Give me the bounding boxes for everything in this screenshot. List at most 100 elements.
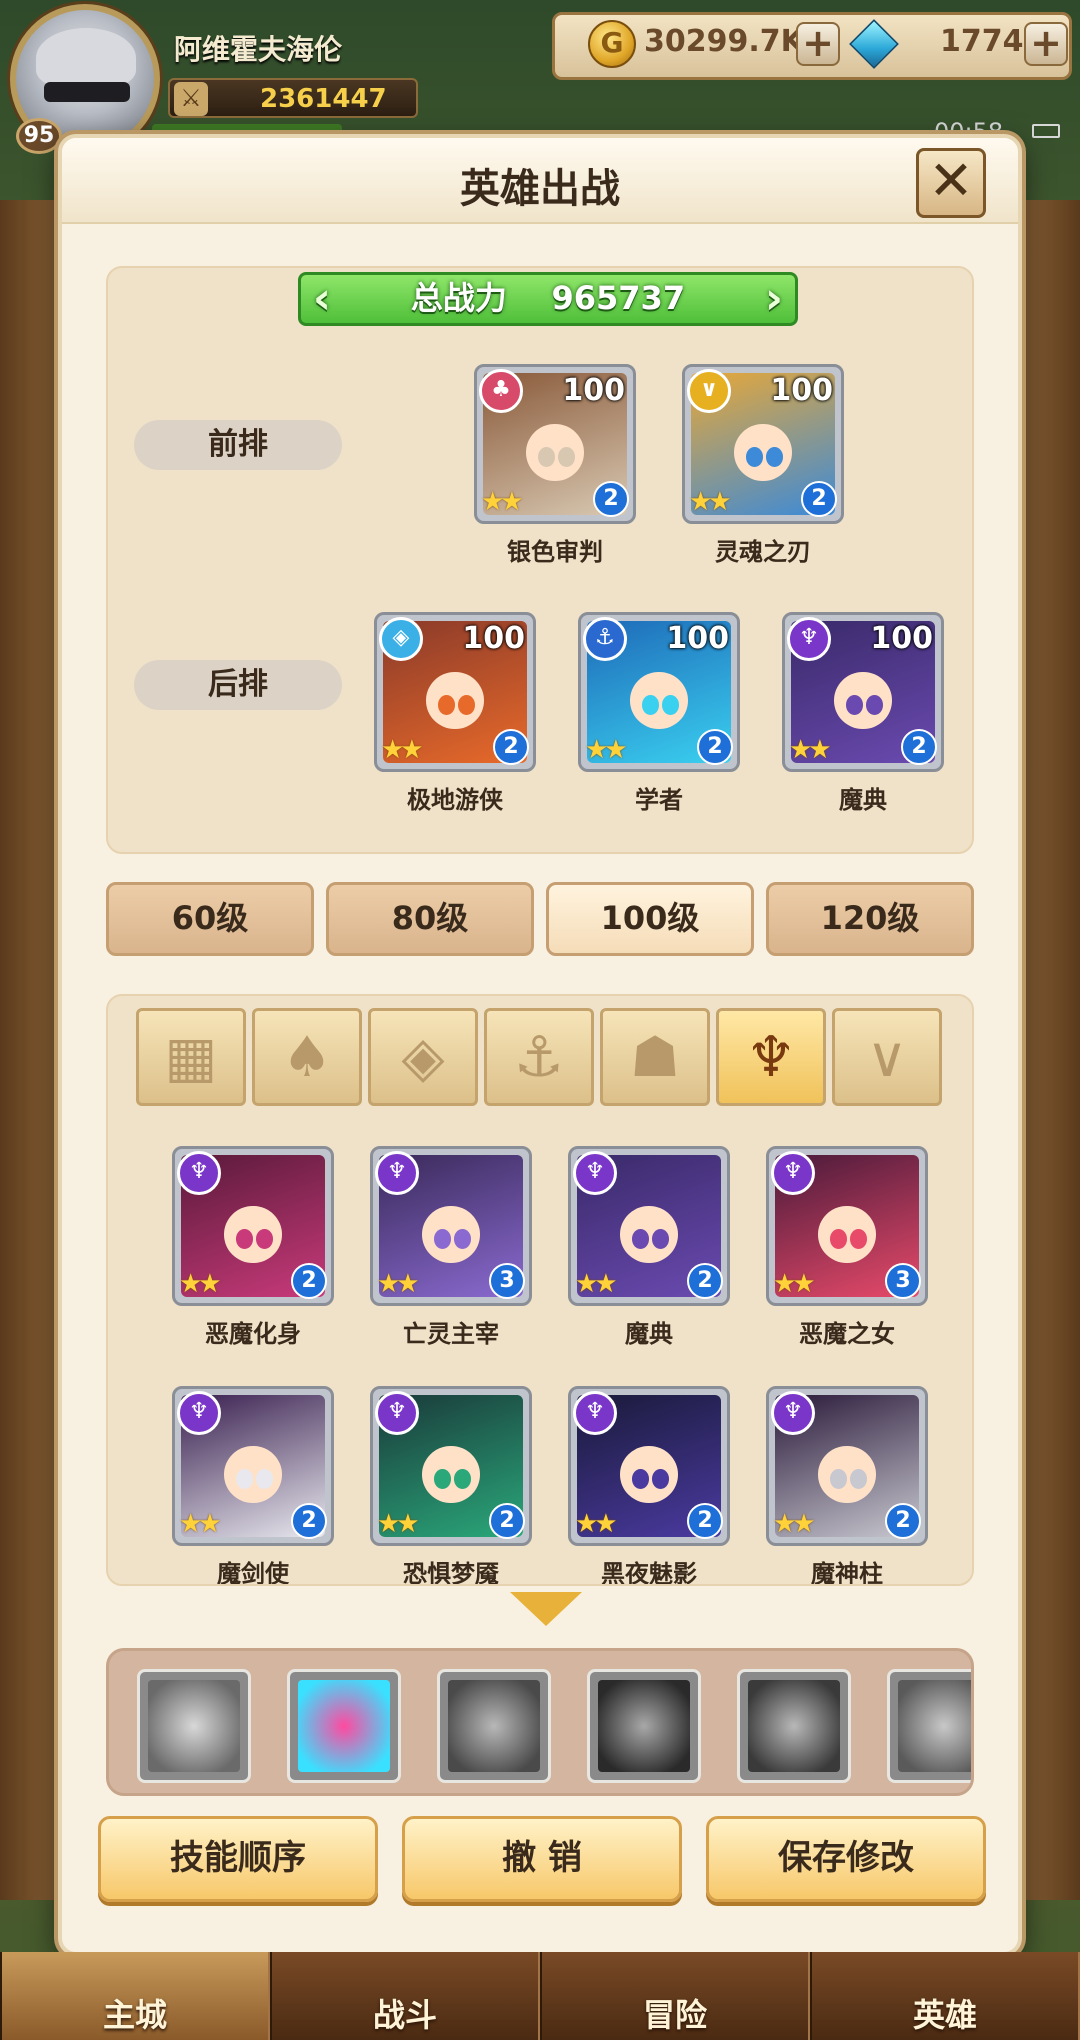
top-bar: 95 阿维霍夫海伦 ⚔ 2361447 G 30299.7K + 1774 + … [0,0,1080,154]
hero-card[interactable]: ∨ 100 ★★ 2 灵魂之刃 [682,364,844,567]
demon-faction-icon: ♆ [745,1024,797,1090]
hero-eye [865,694,884,715]
hero-eye [631,1228,649,1249]
hero-eye [641,694,659,715]
wood-frame-left [0,200,60,1900]
roster-hero-card[interactable]: ♆ ★★ 2 黑夜魅影 [568,1386,730,1586]
player-level-badge: 95 [16,118,62,154]
hero-eye [255,1228,274,1249]
faction-filter-button[interactable]: ♠ [252,1008,362,1106]
hero-card[interactable]: ♆ 100 ★★ 2 魔典 [782,612,944,815]
faction-filter-button[interactable]: ☗ [600,1008,710,1106]
hero-stars: ★★ [377,1269,420,1299]
close-button[interactable]: ✕ [916,148,986,218]
roster-hero-card[interactable]: ♆ ★★ 2 魔剑使 [172,1386,334,1584]
total-power-value: 965737 [551,279,686,317]
anchor-faction-icon: ⚓ [513,1024,565,1090]
save-changes-button[interactable]: 保存修改 [706,1816,986,1902]
level-tab[interactable]: 120级 [766,882,974,956]
skill-art [298,1680,390,1772]
faction-filter-button[interactable]: ∨ [832,1008,942,1106]
nav-tab[interactable]: 战斗 [270,1952,540,2040]
hero-card[interactable]: ⚓ 100 ★★ 2 学者 [578,612,740,815]
hero-name: 银色审判 [507,538,603,566]
faction-filter-button[interactable]: ♆ [716,1008,826,1106]
roster-hero-card[interactable]: ♆ ★★ 2 恐惧梦魇 [370,1386,532,1584]
close-icon: ✕ [928,149,974,212]
anchor-icon: ⚓ [583,617,627,661]
demon-icon: ♆ [375,1151,419,1195]
total-power-label: 总战力 [410,279,507,317]
diamond-icon: ◈ [379,617,423,661]
hero-name: 魔神柱 [811,1560,883,1586]
roster-hero-card[interactable]: ♆ ★★ 3 亡灵主宰 [370,1146,532,1349]
undo-button[interactable]: 撤 销 [402,1816,682,1902]
hero-name: 黑夜魅影 [601,1560,697,1586]
player-power-value: 2361447 [260,84,387,114]
hero-card[interactable]: ♣ 100 ★★ 2 银色审判 [474,364,636,567]
hero-name: 学者 [635,786,683,814]
roster-hero-card[interactable]: ♆ ★★ 2 恶魔化身 [172,1146,334,1349]
demon-icon: ♆ [573,1391,617,1435]
demon-icon: ♆ [771,1151,815,1195]
claw-skill-icon[interactable] [887,1669,971,1783]
burst-skill-icon[interactable] [287,1669,401,1783]
hero-level: 100 [870,621,933,656]
leaf-faction-icon: ♠ [281,1024,333,1090]
roster-hero-card[interactable]: ♆ ★★ 2 魔典 [568,1146,730,1349]
chevron-right-icon[interactable]: › [759,277,789,321]
hero-eye [235,1468,253,1489]
shield-skill-icon[interactable] [437,1669,551,1783]
hero-eye [255,1468,274,1489]
hero-eye [651,1228,670,1249]
player-xp-bar [152,124,342,134]
nav-tab[interactable]: 冒险 [540,1952,810,2040]
hero-portrait-frame: ♆ ★★ 3 [766,1146,928,1306]
hero-rank-badge: 3 [489,1263,525,1299]
nav-tab[interactable]: 主城 [0,1952,270,2040]
chevron-left-icon[interactable]: ‹ [307,277,337,321]
scroll-down-arrow-icon[interactable] [510,1592,582,1626]
add-gold-button[interactable]: + [796,22,840,66]
hero-eye [829,1228,847,1249]
wing-skill-icon[interactable] [137,1669,251,1783]
faction-filter-bar: ▦ ♠ ◈ ⚓ ☗ ♆ ∨ [136,1008,942,1106]
formation-panel: ‹ 总战力 965737 › 前排 后排 ♣ 100 ★★ 2 银色审判 ∨ 100 ★★ 2 灵… [106,266,974,854]
hero-stars: ★★ [585,735,628,765]
hero-level: 100 [462,621,525,656]
diamond-faction-icon: ◈ [401,1024,445,1090]
hero-portrait-frame: ◈ 100 ★★ 2 [374,612,536,772]
hero-eye [557,446,576,467]
hero-name: 恶魔化身 [205,1320,301,1348]
hero-stars: ★★ [689,487,732,517]
shield-skill-icon[interactable] [737,1669,851,1783]
hero-portrait-frame: ♆ ★★ 2 [172,1386,334,1546]
hero-roster-panel: ▦ ♠ ◈ ⚓ ☗ ♆ ∨ ♆ ★★ 2 恶魔化身 ♆ ★★ 3 亡灵主宰 ♆ ★★ 2 魔典 ♆ ★★ 3 恶魔之女 ♆ ★… [106,994,974,1586]
roster-hero-card[interactable]: ♆ ★★ 2 魔神柱 [766,1386,928,1586]
level-tabs: 60级 80级 100级 120级 [106,882,974,958]
hero-eye [537,446,555,467]
add-gems-button[interactable]: + [1024,22,1068,66]
faction-filter-button[interactable]: ◈ [368,1008,478,1106]
faction-filter-button[interactable]: ▦ [136,1008,246,1106]
wave-skill-icon[interactable] [587,1669,701,1783]
hero-card[interactable]: ◈ 100 ★★ 2 极地游侠 [374,612,536,815]
hero-stars: ★★ [381,735,424,765]
hero-level: 100 [770,373,833,408]
nav-tab[interactable]: 英雄 [810,1952,1080,2040]
skill-art [598,1680,690,1772]
hero-face [620,1446,678,1503]
chevron-icon: ∨ [687,369,731,413]
beast-faction-icon: ☗ [629,1024,681,1090]
level-tab[interactable]: 60级 [106,882,314,956]
skill-order-button[interactable]: 技能顺序 [98,1816,378,1902]
hero-level: 100 [666,621,729,656]
level-tab[interactable]: 100级 [546,882,754,956]
hero-portrait-frame: ♣ 100 ★★ 2 [474,364,636,524]
hero-face [422,1206,480,1263]
hero-rank-badge: 2 [687,1263,723,1299]
level-tab[interactable]: 80级 [326,882,534,956]
hero-stars: ★★ [773,1269,816,1299]
faction-filter-button[interactable]: ⚓ [484,1008,594,1106]
roster-hero-card[interactable]: ♆ ★★ 3 恶魔之女 [766,1146,928,1349]
